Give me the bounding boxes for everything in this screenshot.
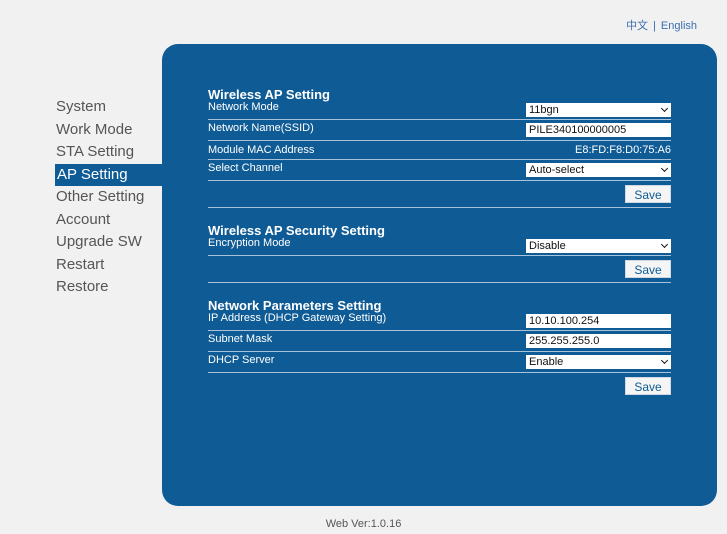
dhcp-select[interactable]: Enable [526, 355, 671, 369]
sidebar-item-other-setting[interactable]: Other Setting [55, 186, 165, 209]
chevron-down-icon [660, 356, 669, 365]
web-version: Web Ver:1.0.16 [325, 518, 402, 530]
sidebar-item-system[interactable]: System [55, 96, 165, 119]
subnet-label: Subnet Mask [208, 333, 273, 345]
ip-input[interactable]: 10.10.100.254 [526, 314, 671, 328]
wireless-ap-title: Wireless AP Setting [208, 87, 330, 102]
dhcp-row: DHCP Server Enable [208, 352, 671, 373]
language-chinese-link[interactable]: 中文 [626, 20, 648, 32]
network-save-button[interactable]: Save [625, 377, 671, 395]
sidebar-item-sta-setting[interactable]: STA Setting [55, 141, 165, 164]
chevron-down-icon [660, 164, 669, 173]
security-title: Wireless AP Security Setting [208, 223, 385, 238]
wireless-ap-save-button[interactable]: Save [625, 185, 671, 203]
ssid-input[interactable]: PILE340100000005 [526, 123, 671, 137]
encryption-value: Disable [529, 240, 566, 252]
encryption-label: Encryption Mode [208, 237, 291, 249]
sidebar-nav: System Work Mode STA Setting AP Setting … [55, 96, 165, 299]
mac-value: E8:FD:F8:D0:75:A6 [575, 144, 671, 156]
subnet-input[interactable]: 255.255.255.0 [526, 334, 671, 348]
language-separator: | [653, 20, 656, 32]
sidebar-item-ap-setting[interactable]: AP Setting [55, 163, 165, 186]
wireless-ap-save-row: Save [208, 181, 671, 208]
settings-content: Wireless AP Setting Network Mode 11bgn N… [208, 84, 671, 399]
encryption-row: Encryption Mode Disable [208, 237, 671, 256]
network-mode-select[interactable]: 11bgn [526, 103, 671, 117]
subnet-row: Subnet Mask 255.255.255.0 [208, 331, 671, 352]
network-title: Network Parameters Setting [208, 298, 382, 313]
sidebar-item-restore[interactable]: Restore [55, 276, 165, 299]
network-mode-label: Network Mode [208, 101, 279, 113]
security-save-row: Save [208, 256, 671, 283]
channel-select[interactable]: Auto-select [526, 163, 671, 177]
dhcp-label: DHCP Server [208, 354, 275, 366]
ip-row: IP Address (DHCP Gateway Setting) 10.10.… [208, 312, 671, 331]
ip-label: IP Address (DHCP Gateway Setting) [208, 312, 387, 324]
network-mode-value: 11bgn [529, 104, 559, 116]
settings-panel: Wireless AP Setting Network Mode 11bgn N… [162, 44, 717, 506]
channel-label: Select Channel [208, 162, 283, 174]
ssid-label: Network Name(SSID) [208, 122, 314, 134]
mac-label: Module MAC Address [208, 144, 315, 156]
network-save-row: Save [208, 373, 671, 399]
security-save-button[interactable]: Save [625, 260, 671, 278]
network-mode-row: Network Mode 11bgn [208, 101, 671, 120]
sidebar-item-work-mode[interactable]: Work Mode [55, 119, 165, 142]
encryption-select[interactable]: Disable [526, 239, 671, 253]
sidebar-item-upgrade-sw[interactable]: Upgrade SW [55, 231, 165, 254]
channel-value: Auto-select [529, 164, 585, 176]
chevron-down-icon [660, 240, 669, 249]
channel-row: Select Channel Auto-select [208, 160, 671, 181]
language-english-link[interactable]: English [661, 20, 697, 32]
mac-row: Module MAC Address E8:FD:F8:D0:75:A6 [208, 141, 671, 160]
chevron-down-icon [660, 104, 669, 113]
dhcp-value: Enable [529, 356, 564, 368]
ssid-row: Network Name(SSID) PILE340100000005 [208, 120, 671, 141]
language-switcher: 中文 | English [626, 17, 697, 33]
sidebar-item-account[interactable]: Account [55, 209, 165, 232]
sidebar-item-restart[interactable]: Restart [55, 254, 165, 277]
